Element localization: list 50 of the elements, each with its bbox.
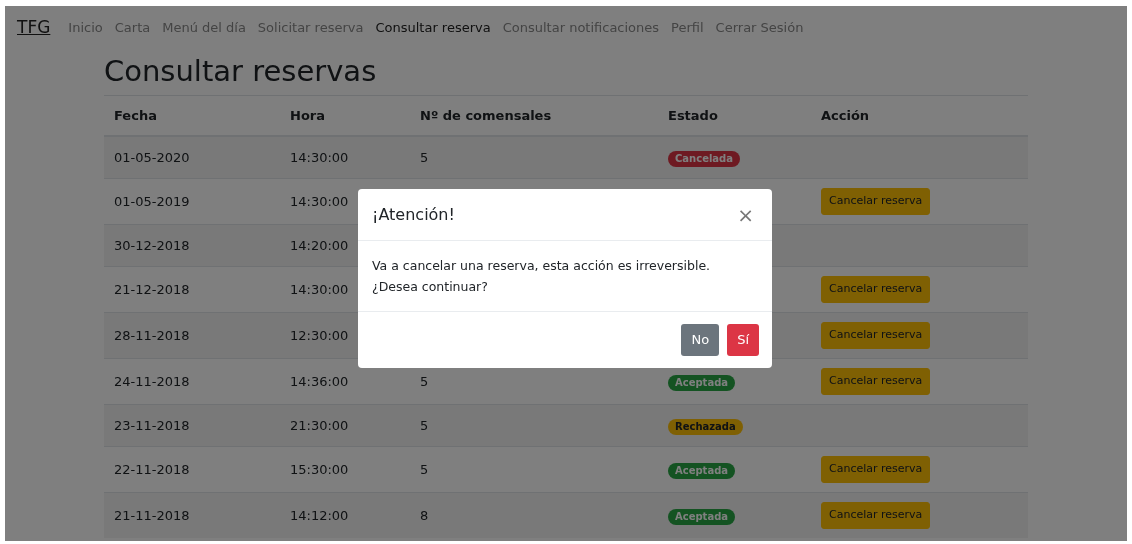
guests-cell: 5 [420,417,429,433]
time-cell: 14:30:00 [290,281,349,297]
brand-link[interactable]: TFG [17,15,51,41]
page-title: Consultar reservas [104,54,378,89]
date-cell: 21-12-2018 [114,281,190,297]
time-cell: 14:12:00 [290,507,349,523]
modal-message: Va a cancelar una reserva, esta acción es irreversible. [372,257,712,275]
nav-link[interactable]: Consultar notificaciones [502,18,660,38]
date-cell: 21-11-2018 [114,507,190,523]
nav-link[interactable]: Cerrar Sesión [715,18,804,38]
status-badge: Aceptada [668,462,736,479]
status-badge: Aceptada [668,374,736,391]
nav-link[interactable]: Carta [114,18,151,38]
nav-link[interactable]: Menú del día [162,18,246,38]
date-cell: 23-11-2018 [114,417,190,433]
cancel-reservation-button[interactable]: Cancelar reserva [821,276,931,303]
time-cell: 14:30:00 [290,193,349,209]
guests-cell: 5 [420,461,429,477]
nav-link[interactable]: Consultar reserva [375,18,491,38]
time-cell: 14:30:00 [290,149,349,165]
date-cell: 01-05-2020 [114,149,190,165]
cancel-reservation-button[interactable]: Cancelar reserva [821,368,931,395]
guests-cell: 5 [420,373,429,389]
guests-cell: 8 [420,507,429,523]
time-cell: 14:20:00 [290,237,349,253]
cancel-reservation-button[interactable]: Cancelar reserva [821,502,931,529]
status-badge: Aceptada [668,508,736,525]
no-button[interactable]: No [681,324,720,356]
date-cell: 22-11-2018 [114,461,190,477]
time-cell: 14:36:00 [290,373,349,389]
time-cell: 12:30:00 [290,327,349,343]
nav-link[interactable]: Inicio [68,18,103,38]
time-cell: 15:30:00 [290,461,349,477]
modal-message: ¿Desea continuar? [372,278,489,296]
cancel-reservation-button[interactable]: Cancelar reserva [821,188,931,215]
cancel-reservation-button[interactable]: Cancelar reserva [821,456,931,483]
modal-title: ¡Atención! [372,204,455,225]
nav-link[interactable]: Perfil [671,18,704,38]
time-cell: 21:30:00 [290,417,349,433]
yes-button[interactable]: Sí [727,324,759,356]
status-badge: Cancelada [668,150,740,167]
nav-link[interactable]: Solicitar reserva [257,18,364,38]
close-button[interactable]: × [733,204,758,225]
date-cell: 24-11-2018 [114,373,190,389]
date-cell: 28-11-2018 [114,327,190,343]
status-badge: Rechazada [668,418,743,435]
cancel-reservation-button[interactable]: Cancelar reserva [821,322,931,349]
guests-cell: 5 [420,149,429,165]
date-cell: 30-12-2018 [114,237,190,253]
date-cell: 01-05-2019 [114,193,190,209]
